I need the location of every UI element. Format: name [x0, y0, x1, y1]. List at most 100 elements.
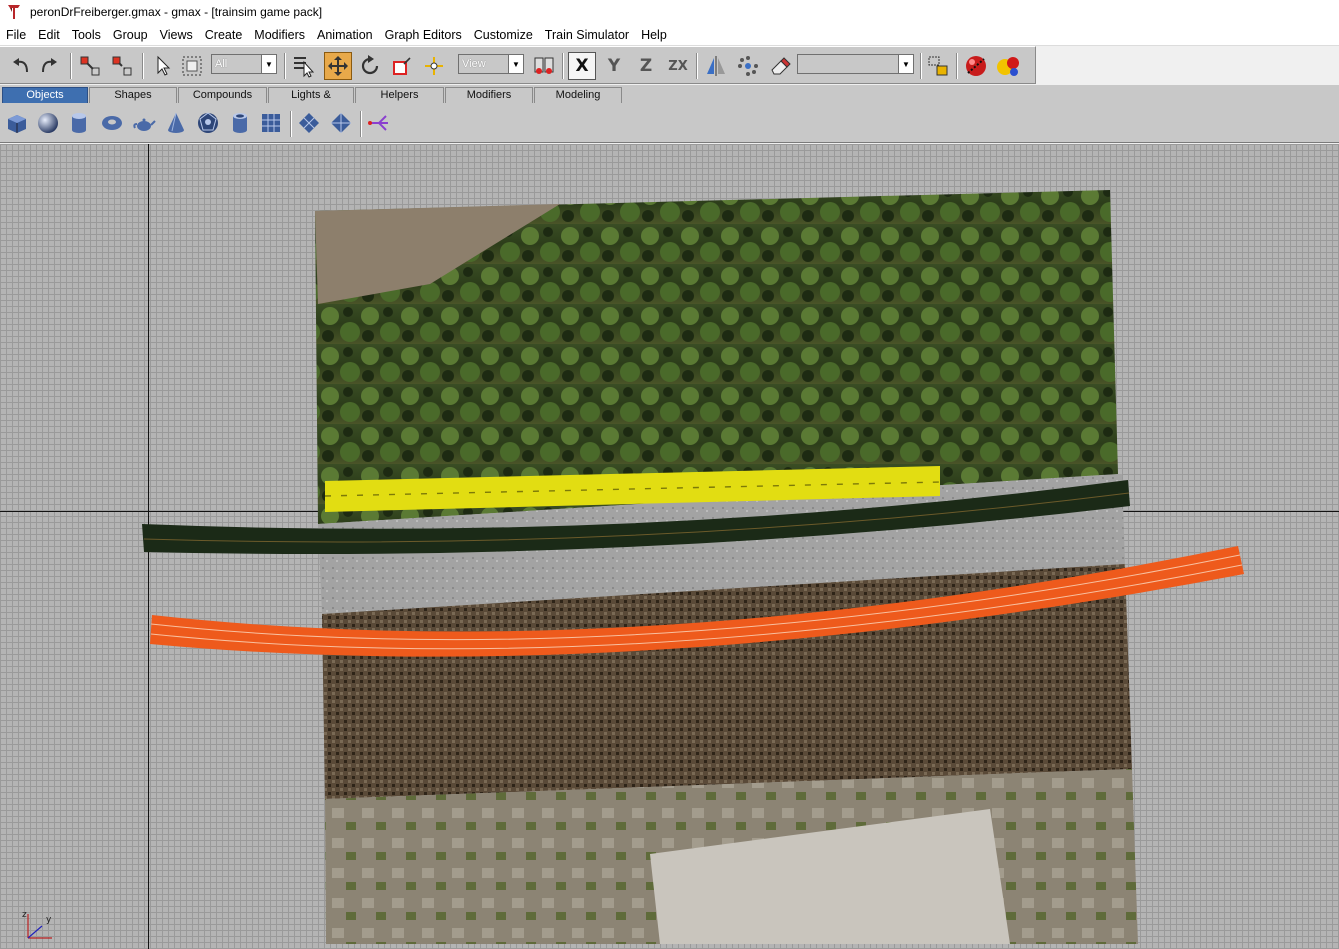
- tab-compounds[interactable]: Compounds: [178, 87, 267, 103]
- undo-icon: [13, 58, 28, 73]
- mirror-icon: [707, 56, 725, 76]
- menu-edit[interactable]: Edit: [32, 24, 66, 46]
- grid-object-button[interactable]: [296, 110, 322, 136]
- scale-icon: [393, 57, 411, 75]
- select-object-button[interactable]: [148, 52, 176, 80]
- array-button[interactable]: [734, 52, 762, 80]
- grid-helper-icon: [331, 113, 351, 133]
- tube-icon: [233, 113, 247, 133]
- cylinder-icon: [72, 113, 86, 133]
- pivot-center-button[interactable]: [420, 52, 448, 80]
- restrict-y-button[interactable]: Y: [600, 52, 628, 80]
- plane-button[interactable]: [258, 110, 284, 136]
- array-icon: [738, 56, 758, 76]
- chevron-down-icon: ▼: [898, 55, 913, 73]
- named-selection-dropdown[interactable]: ▼: [797, 54, 914, 74]
- gizmo-z-label: z: [22, 910, 27, 920]
- menu-customize[interactable]: Customize: [468, 24, 539, 46]
- menu-bar: File Edit Tools Group Views Create Modif…: [0, 24, 1339, 46]
- selection-filter-dropdown[interactable]: All ▼: [211, 54, 277, 74]
- objects-toolbar: [0, 103, 1339, 143]
- menu-train-simulator[interactable]: Train Simulator: [539, 24, 635, 46]
- cone-button[interactable]: [163, 110, 189, 136]
- select-and-move-button[interactable]: [324, 52, 352, 80]
- bone-button[interactable]: [366, 110, 392, 136]
- toolbar-separator: [70, 53, 72, 79]
- reference-coordinate-dropdown[interactable]: View ▼: [458, 54, 524, 74]
- mirror-button[interactable]: [702, 52, 730, 80]
- perspective-viewport[interactable]: z y: [0, 144, 1339, 949]
- menu-modifiers[interactable]: Modifiers: [248, 24, 311, 46]
- material-editor-button[interactable]: [962, 52, 990, 80]
- teapot-button[interactable]: [131, 110, 157, 136]
- diamond-grid-icon: [299, 113, 319, 133]
- tab-modifiers[interactable]: Modifiers: [445, 87, 533, 103]
- torus-icon: [102, 116, 122, 130]
- restrict-x-button[interactable]: X: [568, 52, 596, 80]
- toolbar-separator: [696, 53, 698, 79]
- menu-help[interactable]: Help: [635, 24, 673, 46]
- unlink-selection-button[interactable]: [108, 52, 136, 80]
- grid-helper-button[interactable]: [328, 110, 354, 136]
- title-bar: peronDrFreiberger.gmax - gmax - [trainsi…: [0, 0, 1339, 24]
- toolbar-separator: [284, 53, 286, 79]
- chevron-down-icon: ▼: [261, 55, 276, 73]
- menu-views[interactable]: Views: [154, 24, 199, 46]
- eraser-button[interactable]: [766, 52, 794, 80]
- cylinder-button[interactable]: [66, 110, 92, 136]
- tab-objects[interactable]: Objects: [2, 87, 88, 103]
- toolbar-separator: [360, 111, 362, 137]
- axis-y-label: Y: [607, 56, 621, 76]
- select-by-name-icon: [294, 57, 315, 78]
- menu-graph-editors[interactable]: Graph Editors: [379, 24, 468, 46]
- unlink-icon: [112, 56, 132, 76]
- geosphere-button[interactable]: [195, 110, 221, 136]
- toolbar-separator: [142, 53, 144, 79]
- chevron-down-icon: ▼: [508, 55, 523, 73]
- use-pivot-point-button[interactable]: [530, 52, 558, 80]
- region-select-button[interactable]: [178, 52, 206, 80]
- restrict-z-button[interactable]: Z: [632, 52, 660, 80]
- torus-button[interactable]: [99, 110, 125, 136]
- tab-shapes[interactable]: Shapes: [89, 87, 177, 103]
- link-icon: [80, 56, 100, 76]
- sphere-button[interactable]: [35, 110, 61, 136]
- tab-helpers[interactable]: Helpers: [355, 87, 444, 103]
- gizmo-y-label: y: [46, 915, 52, 925]
- material-editor-icon: [966, 56, 986, 76]
- command-tabs: Objects Shapes Compounds Lights & Camera…: [0, 85, 1339, 116]
- box-button[interactable]: [4, 110, 30, 136]
- select-and-rotate-button[interactable]: [356, 52, 384, 80]
- window-title: peronDrFreiberger.gmax - gmax - [trainsi…: [30, 5, 323, 19]
- gmax-app-icon[interactable]: [6, 4, 22, 20]
- redo-button[interactable]: [36, 52, 64, 80]
- box-icon: [8, 115, 26, 133]
- tab-lights-cameras[interactable]: Lights & Cameras: [268, 87, 354, 116]
- select-and-scale-button[interactable]: [388, 52, 416, 80]
- tab-modeling[interactable]: Modeling: [534, 87, 622, 103]
- toolbar-separator: [920, 53, 922, 79]
- pivot-center-icon: [534, 57, 554, 74]
- reference-coordinate-value: View: [462, 58, 486, 70]
- menu-tools[interactable]: Tools: [66, 24, 107, 46]
- menu-animation[interactable]: Animation: [311, 24, 379, 46]
- render-icon: [997, 57, 1019, 76]
- select-and-link-button[interactable]: [76, 52, 104, 80]
- redo-icon: [42, 58, 57, 73]
- teapot-icon: [133, 118, 156, 131]
- undo-button[interactable]: [6, 52, 34, 80]
- menu-file[interactable]: File: [0, 24, 32, 46]
- scene-geometry: [142, 190, 1244, 944]
- restrict-plane-button[interactable]: ZX: [664, 52, 692, 80]
- menu-group[interactable]: Group: [107, 24, 154, 46]
- align-icon: [928, 56, 948, 76]
- rectangle-region-icon: [182, 56, 202, 76]
- tube-button[interactable]: [227, 110, 253, 136]
- menu-create[interactable]: Create: [199, 24, 249, 46]
- eraser-icon: [771, 57, 791, 75]
- render-button[interactable]: [994, 52, 1022, 80]
- align-button[interactable]: [924, 52, 952, 80]
- pivot-icon: [425, 57, 443, 75]
- select-by-name-button[interactable]: [290, 52, 318, 80]
- cone-icon: [168, 112, 184, 133]
